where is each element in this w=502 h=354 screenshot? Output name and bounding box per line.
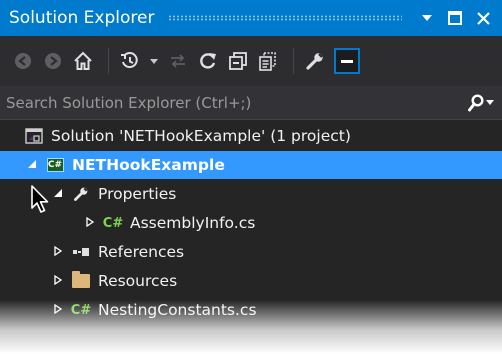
close-icon (476, 11, 490, 25)
window-position-dropdown-button[interactable] (416, 7, 438, 29)
chevron-down-icon (486, 100, 494, 105)
tree-item-project[interactable]: C# NETHookExample (0, 151, 502, 179)
wrench-icon (306, 53, 323, 70)
show-all-files-icon (259, 52, 276, 71)
triangle-glyph (54, 245, 63, 256)
csharp-file-icon: C# (102, 215, 124, 231)
expander-collapsed-icon[interactable] (50, 245, 66, 259)
tree-item-references[interactable]: References (0, 238, 502, 266)
expander-expanded-icon[interactable] (50, 188, 66, 201)
toolbar-separator (293, 48, 294, 74)
solution-explorer-panel: Solution Explorer Search Solution Explor… (0, 0, 502, 354)
filter-dropdown-button[interactable] (147, 48, 161, 74)
sync-icon (171, 54, 185, 68)
drag-grip[interactable] (168, 15, 402, 21)
expander-collapsed-icon[interactable] (50, 274, 66, 288)
tree-item-label: Solution 'NETHookExample' (1 project) (51, 127, 351, 145)
properties-button[interactable] (302, 48, 328, 74)
toolbar (0, 36, 502, 86)
tree-item-label: References (98, 243, 185, 261)
search-icon[interactable] (466, 91, 486, 115)
back-button[interactable] (10, 48, 36, 74)
csharp-project-icon: C# (46, 157, 64, 173)
triangle-glyph (28, 159, 36, 168)
chevron-down-icon (150, 58, 158, 64)
tree-item-solution[interactable]: Solution 'NETHookExample' (1 project) (0, 122, 502, 150)
collapse-all-icon (229, 52, 247, 70)
maximize-icon (448, 11, 462, 25)
triangle-glyph (86, 216, 95, 227)
magnifier-glyph (468, 93, 484, 111)
search-box[interactable]: Search Solution Explorer (Ctrl+;) (0, 86, 502, 120)
sync-with-document-button[interactable] (165, 48, 191, 74)
title-bar[interactable]: Solution Explorer (0, 0, 502, 36)
refresh-icon (200, 53, 216, 69)
expander-expanded-icon[interactable] (24, 159, 40, 172)
collapse-all-button[interactable] (225, 48, 251, 74)
tree-item-label: Properties (98, 185, 177, 203)
solution-glyph (25, 128, 43, 144)
search-options-dropdown[interactable] (486, 97, 500, 108)
references-glyph (73, 248, 89, 256)
maximize-button[interactable] (444, 7, 466, 29)
close-button[interactable] (472, 7, 494, 29)
triangle-glyph (54, 274, 63, 285)
folder-shape (72, 271, 90, 288)
wrench-icon (72, 186, 90, 202)
tree-item-resources[interactable]: Resources (0, 267, 502, 295)
references-icon (72, 244, 90, 260)
tree-item-label: Resources (98, 272, 178, 290)
wrench-glyph (74, 187, 88, 201)
solution-icon (25, 128, 43, 144)
tree-item-assemblyinfo[interactable]: C# AssemblyInfo.cs (0, 209, 502, 237)
expander-collapsed-icon[interactable] (82, 216, 98, 230)
search-input[interactable]: Search Solution Explorer (Ctrl+;) (6, 94, 466, 112)
refresh-button[interactable] (195, 48, 221, 74)
tree-item-nestingconstants[interactable]: C# NestingConstants.cs (0, 296, 502, 324)
folder-icon (72, 271, 90, 289)
panel-title: Solution Explorer (9, 8, 155, 28)
home-icon (74, 51, 92, 70)
toolbar-separator (108, 48, 109, 74)
forward-button[interactable] (40, 48, 66, 74)
tree-item-label: NestingConstants.cs (98, 301, 257, 319)
expander-collapsed-icon[interactable] (50, 303, 66, 317)
csharp-project-badge: C# (46, 158, 64, 172)
forward-icon (45, 53, 61, 69)
history-icon (121, 52, 138, 69)
chevron-down-icon (422, 15, 432, 21)
solution-tree: Solution 'NETHookExample' (1 project) C#… (0, 120, 502, 354)
preview-selected-items-button[interactable] (334, 48, 360, 74)
preview-icon (341, 60, 353, 63)
triangle-glyph (54, 303, 63, 314)
triangle-glyph (54, 188, 62, 197)
back-icon (15, 53, 31, 69)
tree-item-label: AssemblyInfo.cs (130, 214, 256, 232)
tree-item-properties[interactable]: Properties (0, 180, 502, 208)
pending-changes-filter-button[interactable] (117, 48, 143, 74)
show-all-files-button[interactable] (255, 48, 281, 74)
tree-item-label: NETHookExample (72, 156, 225, 174)
mouse-cursor-icon (31, 185, 49, 213)
home-button[interactable] (70, 48, 96, 74)
csharp-file-icon: C# (70, 302, 92, 318)
